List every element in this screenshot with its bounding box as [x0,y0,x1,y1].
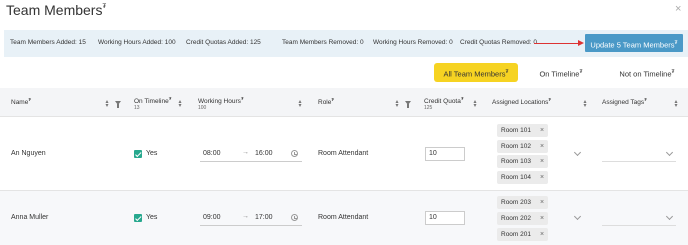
on-timeline-checkbox[interactable] [134,214,142,222]
member-name: An Nguyen [11,150,46,157]
row-divider [0,190,688,191]
remove-chip-icon[interactable]: × [540,140,544,153]
tags-dropdown-icon[interactable] [665,148,674,157]
members-removed-stat: Team Members Removed: 0 [282,39,364,46]
remove-chip-icon[interactable]: × [540,228,544,241]
tags-select[interactable] [602,225,676,226]
filter-name-icon[interactable] [115,101,121,108]
quotas-removed-stat: Credit Quotas Removed: 0 [460,39,537,46]
sort-on-timeline-icon[interactable]: ▴ ▾ [177,99,183,109]
on-timeline-count: 13 [134,105,140,111]
time-arrow-icon: → [242,149,249,156]
working-hours-count: 100 [198,105,207,111]
page-title: Team Members₮ [6,2,107,18]
on-timeline-label: Yes [146,214,158,221]
remove-chip-icon[interactable]: × [540,155,544,168]
column-credit-quota: Credit Quota₮ [424,96,464,106]
filter-on-timeline[interactable]: On Timeline₮ [530,63,592,82]
sort-assigned-locations-icon[interactable]: ▴ ▾ [582,99,588,109]
sort-role-icon[interactable]: ▴ ▾ [394,99,400,109]
clock-icon[interactable] [291,214,298,221]
column-name: Name₮ [11,97,32,107]
locations-dropdown-icon[interactable] [573,148,582,157]
column-assigned-locations: Assigned Locations₮ [492,97,552,107]
filter-not-on-timeline[interactable]: Not on Timeline₮ [608,63,686,82]
time-underline [200,225,302,226]
column-assigned-tags: Assigned Tags₮ [602,97,647,107]
close-icon[interactable]: × [675,3,681,15]
start-time-input[interactable]: 08:00 [203,150,221,157]
remove-chip-icon[interactable]: × [540,171,544,184]
time-arrow-icon: → [242,213,249,220]
sort-name-icon[interactable]: ▴ ▾ [104,99,110,109]
credit-quota-input[interactable]: 10 [425,211,465,225]
end-time-input[interactable]: 17:00 [255,214,273,221]
filter-role-icon[interactable] [405,101,411,108]
time-underline [200,161,302,162]
member-name: Anna Muller [11,214,49,221]
column-working-hours: Working Hours₮ [198,96,244,106]
filter-all-team-members[interactable]: All Team Members₮ [434,63,518,82]
remove-chip-icon[interactable]: × [540,196,544,209]
on-timeline-label: Yes [146,150,158,157]
start-time-input[interactable]: 09:00 [203,214,221,221]
update-team-members-button[interactable]: Update 5 Team Members₮ [585,34,683,52]
sort-working-hours-icon[interactable]: ▴ ▾ [297,99,303,109]
row-divider [0,116,688,117]
summary-bar: Team Members Added: 15 Working Hours Add… [4,30,688,57]
on-timeline-checkbox[interactable] [134,150,142,158]
sort-credit-quota-icon[interactable]: ▴ ▾ [472,99,478,109]
hours-removed-stat: Working Hours Removed: 0 [373,39,453,46]
credit-quota-count: 125 [424,105,433,111]
members-added-stat: Team Members Added: 15 [10,39,86,46]
column-role: Role₮ [318,97,335,107]
remove-chip-icon[interactable]: × [540,124,544,137]
role-value: Room Attendant [318,150,369,157]
remove-chip-icon[interactable]: × [540,212,544,225]
pointer-arrow-icon [534,40,584,46]
credit-quota-input[interactable]: 10 [425,147,465,161]
end-time-input[interactable]: 16:00 [255,150,273,157]
role-value: Room Attendant [318,214,369,221]
column-on-timeline: On Timeline₮ [134,96,172,106]
sort-assigned-tags-icon[interactable]: ▴ ▾ [673,99,679,109]
tags-select[interactable] [602,161,676,162]
hours-added-stat: Working Hours Added: 100 [98,39,176,46]
quotas-added-stat: Credit Quotas Added: 125 [186,39,261,46]
clock-icon[interactable] [291,150,298,157]
